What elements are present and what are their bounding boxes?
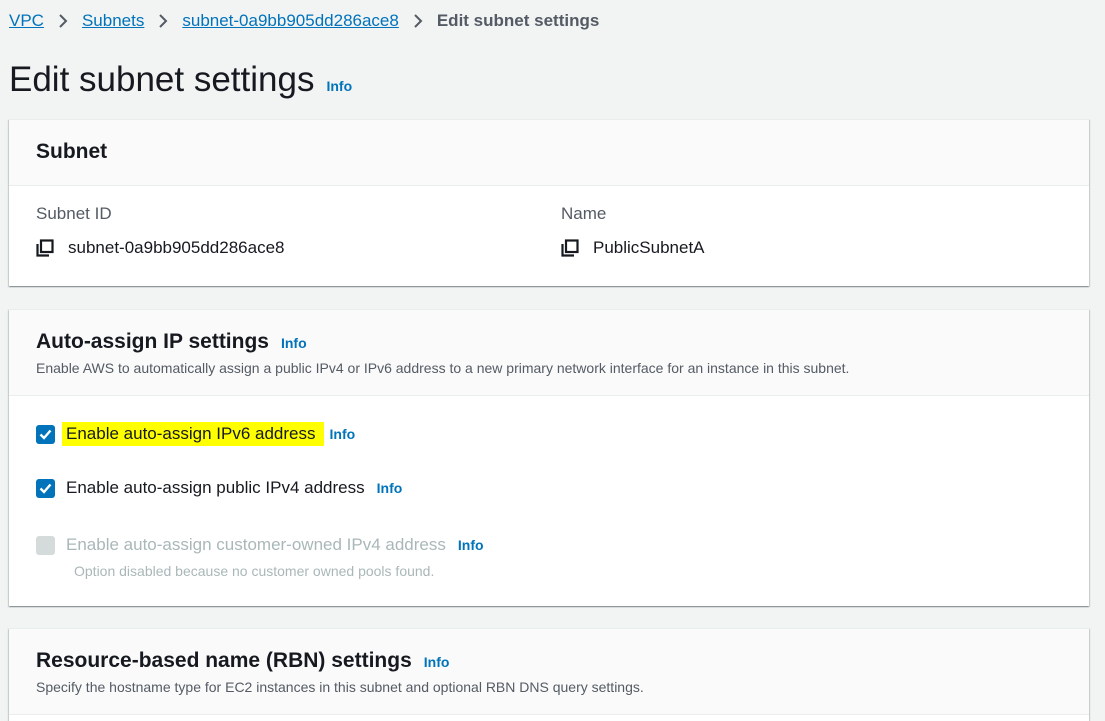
page-header: Edit subnet settings Info — [9, 58, 352, 102]
public-ipv4-info-link[interactable]: Info — [377, 480, 403, 496]
chevron-right-icon — [413, 14, 423, 28]
customer-owned-ipv4-option-label: Enable auto-assign customer-owned IPv4 a… — [66, 535, 446, 554]
rbn-description: Specify the hostname type for EC2 instan… — [36, 679, 644, 695]
breadcrumb: VPC Subnets subnet-0a9bb905dd286ace8 Edi… — [9, 9, 599, 33]
rbn-heading-text: Resource-based name (RBN) settings — [36, 649, 412, 672]
rbn-panel-header: Resource-based name (RBN) settings Info … — [9, 629, 1089, 715]
page-info-link[interactable]: Info — [326, 78, 352, 94]
page-title: Edit subnet settings — [9, 60, 315, 99]
public-ipv4-option-label[interactable]: Enable auto-assign public IPv4 address — [66, 478, 365, 498]
chevron-right-icon — [58, 14, 68, 28]
breadcrumb-current: Edit subnet settings — [436, 11, 600, 30]
customer-owned-ipv4-option: Enable auto-assign customer-owned IPv4 a… — [36, 535, 484, 555]
rbn-info-link[interactable]: Info — [424, 654, 450, 670]
auto-assign-ip-description: Enable AWS to automatically assign a pub… — [36, 360, 850, 376]
ipv6-option-label[interactable]: Enable auto-assign IPv6 address — [62, 422, 324, 446]
subnet-id-value: subnet-0a9bb905dd286ace8 — [68, 238, 285, 257]
subnet-panel-header: Subnet — [9, 120, 1089, 186]
customer-owned-ipv4-hint: Option disabled because no customer owne… — [74, 563, 435, 579]
ipv6-checkbox[interactable] — [36, 424, 55, 444]
name-value: PublicSubnetA — [593, 238, 705, 257]
breadcrumb-subnet-id-link[interactable]: subnet-0a9bb905dd286ace8 — [182, 9, 398, 33]
rbn-settings-panel: Resource-based name (RBN) settings Info … — [9, 628, 1089, 721]
ipv6-option: Enable auto-assign IPv6 address Info — [36, 422, 355, 446]
subnet-id-label: Subnet ID — [36, 204, 112, 223]
customer-owned-ipv4-info-link[interactable]: Info — [458, 537, 484, 553]
subnet-panel-heading: Subnet — [36, 140, 108, 163]
name-field: Name PublicSubnetA — [561, 204, 705, 258]
name-label: Name — [561, 204, 607, 223]
breadcrumb-subnets-link[interactable]: Subnets — [82, 9, 144, 33]
public-ipv4-option: Enable auto-assign public IPv4 address I… — [36, 478, 402, 498]
auto-assign-ip-heading: Auto-assign IP settings Info — [36, 330, 1062, 354]
auto-assign-ip-panel-header: Auto-assign IP settings Info Enable AWS … — [9, 310, 1089, 396]
auto-assign-ip-panel: Auto-assign IP settings Info Enable AWS … — [9, 309, 1089, 606]
subnet-panel: Subnet Subnet ID subnet-0a9bb905dd286ace… — [9, 119, 1089, 286]
chevron-right-icon — [158, 14, 168, 28]
breadcrumb-vpc-link[interactable]: VPC — [9, 9, 44, 33]
copy-icon[interactable] — [36, 239, 54, 257]
rbn-heading: Resource-based name (RBN) settings Info — [36, 649, 1062, 673]
auto-assign-ip-info-link[interactable]: Info — [281, 335, 307, 351]
ipv6-info-link[interactable]: Info — [330, 426, 356, 442]
public-ipv4-checkbox[interactable] — [36, 478, 55, 498]
subnet-id-field: Subnet ID subnet-0a9bb905dd286ace8 — [36, 204, 284, 258]
customer-owned-ipv4-checkbox[interactable] — [36, 535, 55, 555]
copy-icon[interactable] — [561, 239, 579, 257]
auto-assign-ip-heading-text: Auto-assign IP settings — [36, 330, 269, 353]
